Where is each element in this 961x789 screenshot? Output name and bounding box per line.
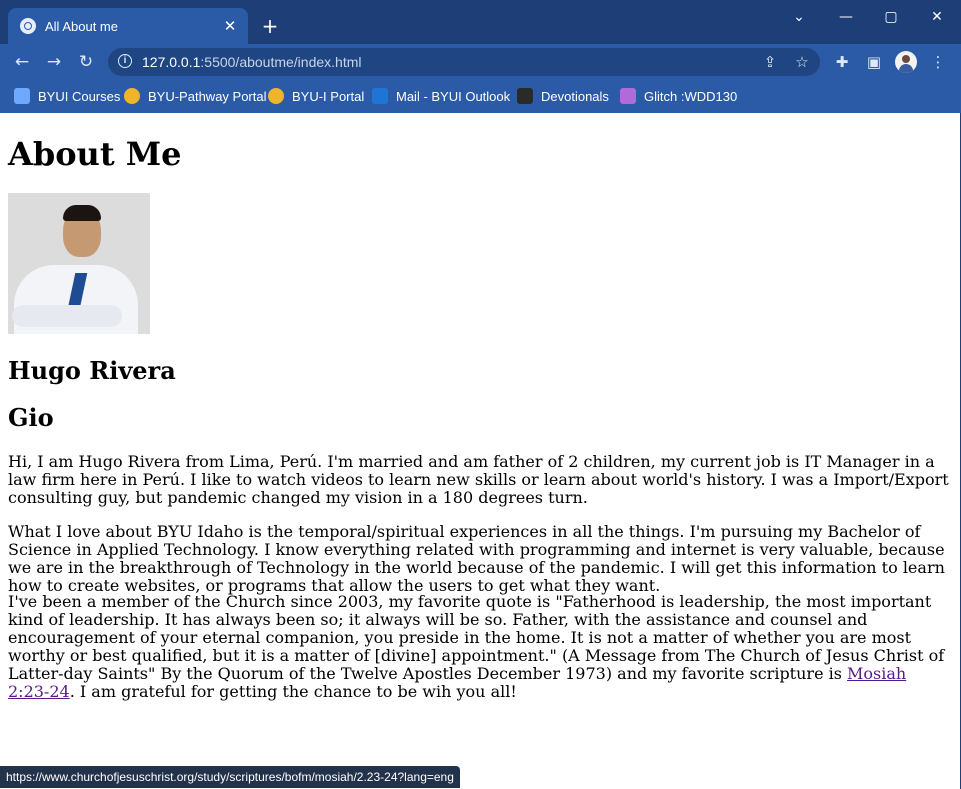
bookmark-devotionals[interactable]: Devotionals (517, 85, 609, 107)
side-panel-icon[interactable]: ▣ (864, 52, 884, 72)
bookmark-byu-i-portal[interactable]: BYU-I Portal (268, 85, 364, 107)
status-bar-url: https://www.churchofjesuschrist.org/stud… (0, 766, 460, 788)
new-tab-button[interactable]: + (258, 14, 282, 38)
extensions-puzzle-icon[interactable]: ✚ (832, 52, 852, 72)
bookmark-byu-pathway-portal[interactable]: BYU-Pathway Portal (124, 85, 267, 107)
page-content: About Me Hugo Rivera Gio Hi, I am Hugo R… (8, 113, 952, 701)
tab-title: All About me (45, 18, 118, 34)
photo-arms (12, 305, 122, 327)
person-name: Hugo Rivera (8, 356, 176, 385)
forward-arrow-icon[interactable]: → (42, 50, 66, 74)
url-path: :5500/aboutme/index.html (200, 54, 362, 70)
profile-photo (8, 193, 150, 334)
glitch-icon (620, 88, 636, 104)
bookmark-label: Mail - BYUI Outlook (396, 88, 511, 104)
bookmark-label: BYU-I Portal (292, 88, 365, 104)
byui-paragraph: What I love about BYU Idaho is the tempo… (8, 522, 945, 595)
tab-search-icon[interactable]: ⌄ (784, 6, 814, 28)
kebab-menu-icon[interactable]: ⋮ (928, 52, 948, 72)
window-close-button[interactable]: ✕ (922, 6, 952, 28)
reload-icon[interactable]: ↻ (74, 50, 98, 74)
bookmark-glitch[interactable]: Glitch :WDD130 (620, 85, 737, 107)
star-icon[interactable]: ☆ (792, 52, 812, 72)
photo-hair (63, 205, 101, 221)
outlook-icon (372, 88, 388, 104)
page-title: About Me (8, 135, 182, 173)
globe-icon (20, 18, 36, 34)
bar-chart-icon (14, 88, 30, 104)
share-icon[interactable]: ⇪ (760, 52, 780, 72)
pathway-logo-icon (124, 88, 140, 104)
church-text-end: . I am grateful for getting the chance t… (69, 682, 517, 701)
maximize-button[interactable]: ▢ (876, 6, 906, 28)
intro-paragraph: Hi, I am Hugo Rivera from Lima, Perú. I'… (8, 452, 949, 507)
church-text: I've been a member of the Church since 2… (8, 592, 945, 683)
site-info-icon[interactable]: i (118, 54, 132, 68)
close-icon[interactable]: ✕ (218, 17, 242, 35)
bookmark-label: Glitch :WDD130 (644, 88, 738, 104)
avatar[interactable] (895, 51, 917, 73)
bookmark-label: BYU-Pathway Portal (148, 88, 267, 104)
bookmark-byui-courses[interactable]: BYUI Courses (14, 85, 120, 107)
church-paragraph: I've been a member of the Church since 2… (8, 593, 952, 701)
bookmark-label: Devotionals (541, 88, 609, 104)
bookmark-byui-outlook[interactable]: Mail - BYUI Outlook (372, 85, 510, 107)
minimize-button[interactable]: — (831, 6, 861, 28)
tab-active[interactable]: All About me ✕ (8, 8, 248, 44)
url-host: 127.0.0.1 (142, 54, 201, 70)
bookmark-label: BYUI Courses (38, 88, 121, 104)
pathway-logo-icon (268, 88, 284, 104)
back-arrow-icon[interactable]: ← (10, 50, 34, 74)
url-text[interactable]: 127.0.0.1:5500/aboutme/index.html (142, 52, 362, 72)
byui-devotionals-icon (517, 88, 533, 104)
person-nickname: Gio (8, 403, 54, 432)
